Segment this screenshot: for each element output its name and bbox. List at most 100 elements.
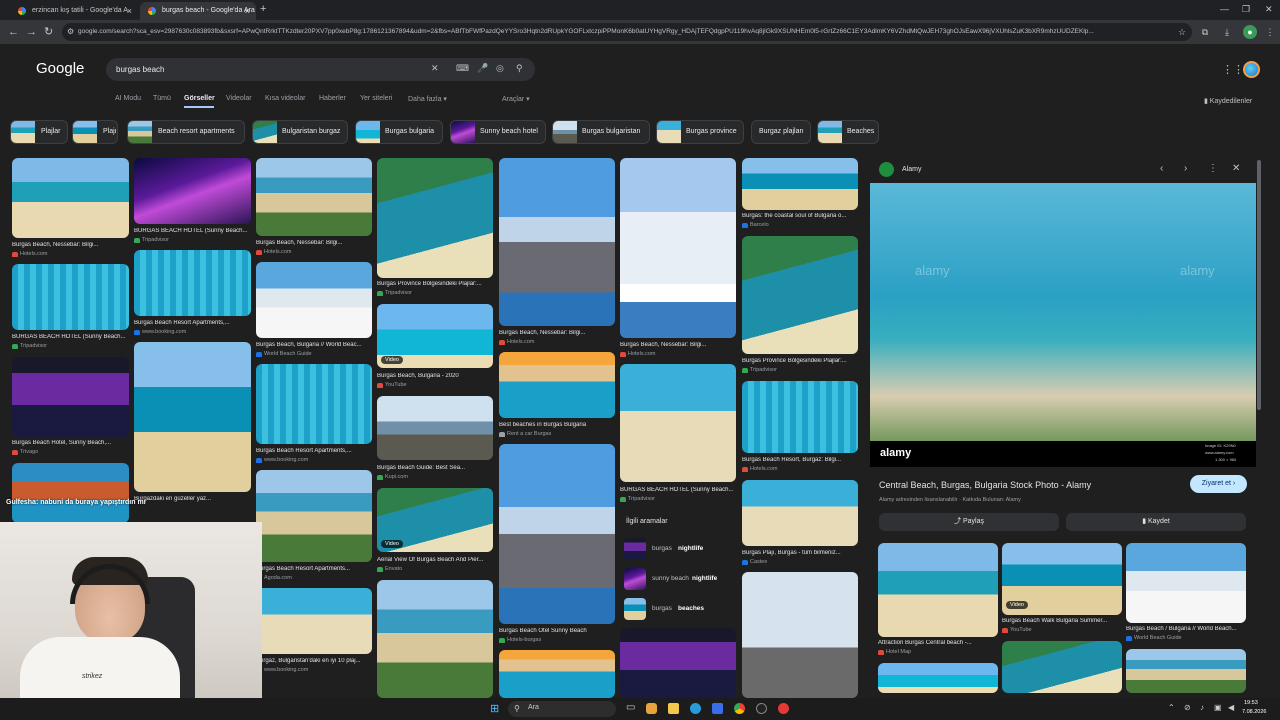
filter-chip[interactable]: Plajlar bbox=[10, 120, 68, 144]
reload-button[interactable]: ↻ bbox=[44, 26, 53, 38]
result-source[interactable]: Tripadvisor bbox=[134, 237, 169, 243]
result-caption[interactable]: Burgas Province Bölgesindeki Plajlar:... bbox=[742, 358, 858, 364]
filter-chip[interactable]: Burgas bulgaria bbox=[355, 120, 443, 144]
windows-start-icon[interactable]: ⊞ bbox=[490, 702, 499, 715]
download-icon[interactable]: ⤓ bbox=[1220, 25, 1234, 39]
app-icon[interactable] bbox=[778, 703, 789, 714]
previous-icon[interactable]: ‹ bbox=[1160, 163, 1163, 174]
browser-tab[interactable]: erzincan kış tatili - Google'da A × bbox=[10, 2, 138, 20]
result-image[interactable] bbox=[499, 650, 615, 698]
result-image[interactable] bbox=[377, 580, 493, 698]
result-source[interactable]: Hotels.com bbox=[12, 251, 48, 257]
menu-icon[interactable]: ⋮ bbox=[1263, 25, 1277, 39]
maximize-icon[interactable]: ❐ bbox=[1242, 4, 1250, 15]
save-button[interactable]: ▮ Kaydet bbox=[1066, 513, 1246, 531]
next-icon[interactable]: › bbox=[1184, 163, 1187, 174]
result-source[interactable]: Tripadvisor bbox=[12, 343, 47, 349]
close-window-icon[interactable]: ✕ bbox=[1265, 4, 1273, 15]
result-caption[interactable]: Burgas Beach Resort, Burgaz: Bilgi... bbox=[742, 457, 858, 463]
result-caption[interactable]: Burgas Beach Resort Apartments,... bbox=[134, 320, 251, 326]
result-caption[interactable]: Burgas Beach Resort Apartments,... bbox=[256, 448, 372, 454]
result-image[interactable] bbox=[499, 444, 615, 624]
result-caption[interactable]: Aerial View Of Burgas Beach And Pier... bbox=[377, 557, 493, 563]
tab-places[interactable]: Yer siteleri bbox=[360, 95, 392, 102]
site-info-icon[interactable]: ⚙ bbox=[67, 23, 74, 41]
result-source[interactable]: www.booking.com bbox=[134, 329, 186, 335]
profile-icon[interactable]: ● bbox=[1243, 25, 1257, 39]
related-caption[interactable]: Burgas Beach / Bulgaria // World Beach..… bbox=[1126, 626, 1246, 632]
result-caption[interactable]: Burgas Beach Otel Sunny Beach bbox=[499, 628, 615, 634]
volume-icon[interactable]: ◀ bbox=[1228, 703, 1234, 712]
avatar[interactable] bbox=[1243, 61, 1260, 78]
task-view-icon[interactable]: ▭ bbox=[626, 702, 635, 713]
result-image[interactable] bbox=[499, 158, 615, 326]
result-source[interactable]: Hotels.com bbox=[499, 339, 535, 345]
result-image[interactable] bbox=[742, 158, 858, 210]
result-source[interactable]: Rent a car Burgas bbox=[499, 431, 551, 437]
result-image[interactable] bbox=[499, 352, 615, 418]
filter-chip[interactable]: Burgas province bbox=[656, 120, 744, 144]
close-tab-icon[interactable]: × bbox=[245, 2, 250, 20]
related-search-item[interactable]: sunny beach nightlife bbox=[622, 568, 734, 590]
result-image[interactable] bbox=[377, 158, 493, 278]
result-image[interactable] bbox=[742, 236, 858, 354]
result-source[interactable]: Envato bbox=[377, 566, 402, 572]
tab-news[interactable]: Haberler bbox=[319, 95, 346, 102]
related-image[interactable] bbox=[1002, 641, 1122, 693]
result-caption[interactable]: Burgas Beach, Nessebar: Bilgi... bbox=[256, 240, 372, 246]
clock-date[interactable]: 7.08.2026 bbox=[1242, 709, 1266, 715]
result-caption[interactable]: Best beaches in Burgas Bulgaria bbox=[499, 422, 615, 428]
mic-tray-icon[interactable]: ♪ bbox=[1200, 703, 1204, 712]
result-source[interactable]: Tripadvisor bbox=[620, 496, 655, 502]
result-caption[interactable]: Burgas Beach, Nessebar: Bilgi... bbox=[12, 242, 129, 248]
tab-images[interactable]: Görseller bbox=[184, 95, 215, 102]
network-icon[interactable]: ▣ bbox=[1214, 703, 1222, 712]
back-button[interactable]: ← bbox=[8, 26, 19, 38]
result-image[interactable] bbox=[134, 158, 251, 224]
related-source[interactable]: World Beach Guide bbox=[1126, 635, 1182, 641]
tab-short-videos[interactable]: Kısa videolar bbox=[265, 95, 305, 102]
tab-videos[interactable]: Videolar bbox=[226, 95, 252, 102]
tab-all[interactable]: Tümü bbox=[153, 95, 171, 102]
new-tab-button[interactable]: + bbox=[260, 3, 266, 15]
file-explorer-icon[interactable] bbox=[668, 703, 679, 714]
result-image[interactable] bbox=[12, 463, 129, 523]
result-caption[interactable]: Burgas Plajı, Burgas - tüm bilmeniz... bbox=[742, 550, 858, 556]
result-image[interactable] bbox=[12, 357, 129, 437]
more-options-icon[interactable]: ⋮ bbox=[1208, 163, 1218, 174]
browser-tab-active[interactable]: burgas beach - Google'da Ara × bbox=[140, 2, 256, 20]
close-panel-icon[interactable]: ✕ bbox=[1232, 163, 1240, 174]
result-source[interactable]: World Beach Guide bbox=[256, 351, 312, 357]
filter-chip[interactable]: Burgaz plajları bbox=[751, 120, 811, 144]
address-bar[interactable]: ⚙ google.com/search?sca_esv=2987630c0838… bbox=[62, 23, 1192, 41]
preview-image[interactable]: alamy alamy alamy Image ID: K29N0 www.al… bbox=[870, 183, 1256, 467]
result-image[interactable] bbox=[620, 364, 736, 482]
result-source[interactable]: www.booking.com bbox=[256, 457, 308, 463]
extensions-icon[interactable]: ⧉ bbox=[1198, 25, 1212, 39]
filter-chip[interactable]: Bulgaristan burgaz bbox=[252, 120, 348, 144]
tab-more[interactable]: Daha fazla ▾ bbox=[408, 95, 447, 103]
preview-site-name[interactable]: Alamy bbox=[902, 166, 921, 173]
result-caption[interactable]: Burgas Beach, Nessebar: Bilgi... bbox=[499, 330, 615, 336]
result-caption[interactable]: Burgas Beach Guide: Best Sea... bbox=[377, 465, 493, 471]
bookmark-star-icon[interactable]: ☆ bbox=[1175, 25, 1189, 39]
search-box[interactable]: ✕ ⌨ 🎤 ◎ ⚲ bbox=[106, 58, 535, 81]
result-source[interactable]: YouTube bbox=[377, 382, 407, 388]
related-search-item[interactable]: burgas beaches bbox=[622, 598, 734, 620]
result-caption[interactable]: Burgas Beach, Nessebar: Bilgi... bbox=[620, 342, 736, 348]
forward-button[interactable]: → bbox=[26, 26, 37, 38]
filter-chip[interactable]: Beach resort apartments bbox=[127, 120, 245, 144]
close-tab-icon[interactable]: × bbox=[127, 2, 132, 20]
result-source[interactable]: Hotels.com bbox=[620, 351, 656, 357]
result-caption[interactable]: BURGAS BEACH HOTEL (Sunny Beach... bbox=[134, 228, 251, 234]
result-caption[interactable]: Burgas Beach, Bulgaria - 2020 bbox=[377, 373, 493, 379]
result-caption[interactable]: BURGAS BEACH HOTEL (Sunny Beach... bbox=[620, 487, 736, 493]
outlook-icon[interactable] bbox=[712, 703, 723, 714]
chrome-icon[interactable] bbox=[734, 703, 745, 714]
related-source[interactable]: YouTube bbox=[1002, 627, 1032, 633]
related-caption[interactable]: Attraction Burgas Central beach -... bbox=[878, 640, 998, 646]
result-image[interactable] bbox=[256, 588, 372, 654]
share-button[interactable]: ⤴ Paylaş bbox=[879, 513, 1059, 531]
result-image[interactable] bbox=[377, 396, 493, 460]
result-image[interactable] bbox=[256, 364, 372, 444]
